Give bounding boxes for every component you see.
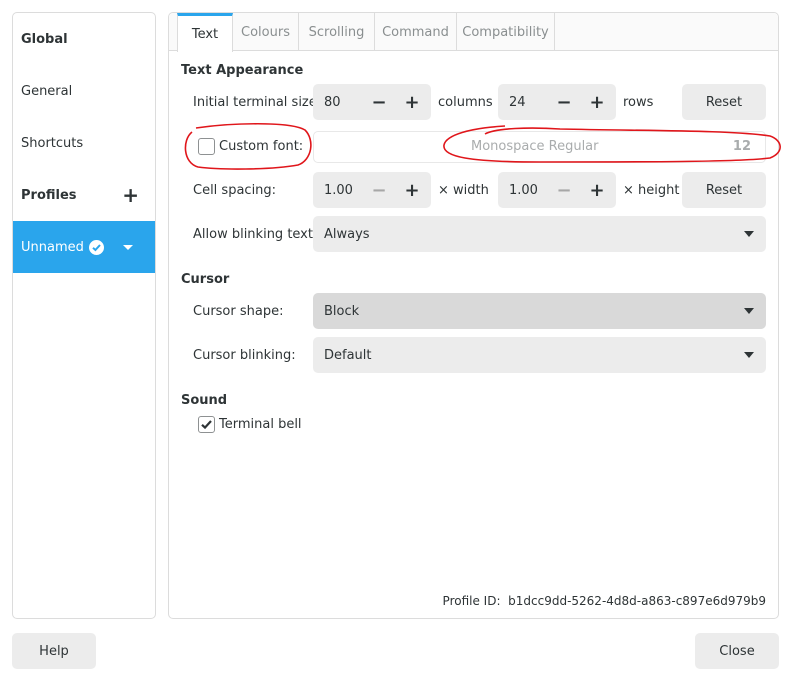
height-spacing-value: 1.00 <box>509 182 538 198</box>
rows-spinbutton[interactable]: 24 − + <box>498 84 616 120</box>
add-profile-button[interactable]: + <box>122 185 139 205</box>
reset-size-button[interactable]: Reset <box>682 84 766 120</box>
terminal-size-label: Initial terminal size: <box>193 95 322 110</box>
height-unit-label: × height <box>623 183 680 198</box>
width-unit-label: × width <box>438 183 489 198</box>
tab-colours[interactable]: Colours <box>233 13 299 51</box>
columns-unit-label: columns <box>438 95 493 110</box>
font-chooser-button[interactable]: Monospace Regular 12 <box>313 131 766 163</box>
profile-id: Profile ID: b1dcc9dd-5262-4d8d-a863-c897… <box>443 594 766 608</box>
custom-font-checkbox[interactable] <box>198 138 215 155</box>
height-increment-button[interactable]: + <box>587 180 607 201</box>
cursor-shape-label: Cursor shape: <box>193 304 284 319</box>
text-appearance-heading: Text Appearance <box>181 63 304 78</box>
width-increment-button[interactable]: + <box>402 180 422 201</box>
profile-menu-chevron-down-icon[interactable] <box>123 244 133 250</box>
sidebar-item-shortcuts[interactable]: Shortcuts <box>13 117 155 169</box>
chevron-down-icon <box>744 308 754 314</box>
rows-increment-button[interactable]: + <box>587 92 607 113</box>
profile-name-label: Unnamed <box>21 239 84 255</box>
rows-decrement-button[interactable]: − <box>554 92 574 113</box>
columns-spinbutton[interactable]: 80 − + <box>313 84 431 120</box>
tab-compatibility[interactable]: Compatibility <box>457 13 555 51</box>
tab-command-label: Command <box>382 24 449 40</box>
cursor-shape-dropdown[interactable]: Block <box>313 293 766 329</box>
tab-text[interactable]: Text <box>177 13 233 52</box>
sound-heading: Sound <box>181 393 228 408</box>
terminal-bell-checkbox[interactable] <box>198 416 215 433</box>
tab-text-label: Text <box>191 26 219 42</box>
reset-spacing-button[interactable]: Reset <box>682 172 766 208</box>
cursor-shape-value: Block <box>324 303 360 319</box>
checkmark-icon <box>201 420 212 430</box>
columns-decrement-button[interactable]: − <box>369 92 389 113</box>
default-profile-check-icon <box>89 239 104 255</box>
tab-colours-label: Colours <box>241 24 290 40</box>
sidebar-item-general[interactable]: General <box>13 65 155 117</box>
tab-scrolling-label: Scrolling <box>308 24 365 40</box>
help-button[interactable]: Help <box>12 633 96 669</box>
width-spacing-spinbutton[interactable]: 1.00 − + <box>313 172 431 208</box>
cursor-blinking-label: Cursor blinking: <box>193 348 296 363</box>
font-size-value: 12 <box>732 139 751 154</box>
blinking-text-dropdown[interactable]: Always <box>313 216 766 252</box>
sidebar-global-label: Global <box>21 31 68 47</box>
height-decrement-button[interactable]: − <box>554 180 574 201</box>
sidebar-shortcuts-label: Shortcuts <box>21 135 84 151</box>
close-button[interactable]: Close <box>695 633 779 669</box>
cursor-heading: Cursor <box>181 272 230 287</box>
preferences-panel: Text Colours Scrolling Command Compatibi… <box>168 12 779 619</box>
font-name-value: Monospace Regular <box>471 139 599 154</box>
cursor-blinking-dropdown[interactable]: Default <box>313 337 766 373</box>
columns-increment-button[interactable]: + <box>402 92 422 113</box>
height-spacing-spinbutton[interactable]: 1.00 − + <box>498 172 616 208</box>
sidebar-general-label: General <box>21 83 73 99</box>
rows-value: 24 <box>509 94 526 110</box>
chevron-down-icon <box>744 352 754 358</box>
sidebar-item-global[interactable]: Global <box>13 13 155 65</box>
rows-unit-label: rows <box>623 95 654 110</box>
custom-font-label: Custom font: <box>219 139 304 154</box>
columns-value: 80 <box>324 94 341 110</box>
sidebar-profiles-label: Profiles <box>21 187 77 203</box>
chevron-down-icon <box>744 231 754 237</box>
profile-id-label: Profile ID: <box>442 594 501 608</box>
tab-scrolling[interactable]: Scrolling <box>299 13 375 51</box>
sidebar: Global General Shortcuts Profiles + Unna… <box>12 12 156 619</box>
profile-id-value: b1dcc9dd-5262-4d8d-a863-c897e6d979b9 <box>508 594 766 608</box>
cell-spacing-label: Cell spacing: <box>193 183 277 198</box>
width-spacing-value: 1.00 <box>324 182 353 198</box>
width-decrement-button[interactable]: − <box>369 180 389 201</box>
terminal-bell-label: Terminal bell <box>219 417 302 432</box>
blinking-text-label: Allow blinking text: <box>193 227 318 242</box>
sidebar-item-profiles: Profiles + <box>13 169 155 221</box>
sidebar-item-profile-unnamed[interactable]: Unnamed <box>13 221 155 273</box>
blinking-text-value: Always <box>324 226 370 242</box>
tab-command[interactable]: Command <box>375 13 457 51</box>
cursor-blinking-value: Default <box>324 347 372 363</box>
tab-compatibility-label: Compatibility <box>462 24 549 40</box>
tab-bar: Text Colours Scrolling Command Compatibi… <box>169 13 778 52</box>
